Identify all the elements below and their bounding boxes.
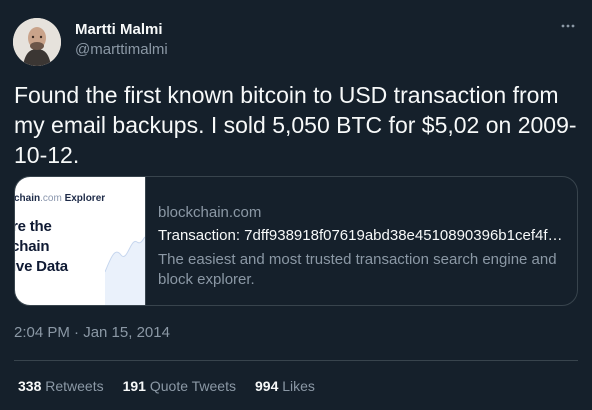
link-card[interactable]: chain.com Explorer ore the kchain Live D…: [14, 176, 578, 306]
link-card-info: blockchain.com Transaction: 7dff938918f0…: [158, 203, 568, 290]
retweets-count: 338: [18, 378, 42, 394]
quote-tweets-label: Quote Tweets: [149, 378, 236, 394]
more-options-icon[interactable]: [558, 16, 578, 36]
tweet-text: Found the first known bitcoin to USD tra…: [14, 82, 577, 168]
thumbnail-brand-suffix: Explorer: [61, 193, 106, 204]
thumbnail-brand-tld: .com: [40, 193, 62, 204]
quote-tweets-count: 191: [122, 378, 146, 394]
link-card-thumbnail[interactable]: chain.com Explorer ore the kchain Live D…: [15, 177, 146, 305]
retweets-stat[interactable]: 338 Retweets: [18, 378, 104, 394]
tweet: Martti Malmi @marttimalmi Found the firs…: [0, 0, 592, 410]
avatar[interactable]: [13, 18, 61, 66]
author-handle[interactable]: @marttimalmi: [75, 41, 168, 59]
retweets-label: Retweets: [45, 378, 104, 394]
thumbnail-headline: ore the kchain Live Data: [15, 218, 68, 275]
thumbnail-brand: chain.com Explorer: [15, 193, 105, 204]
engagement-stats: 338 Retweets 191 Quote Tweets 994 Likes: [18, 378, 315, 394]
quote-tweets-stat[interactable]: 191 Quote Tweets: [123, 378, 236, 394]
likes-count: 994: [255, 378, 279, 394]
link-card-title: Transaction: 7dff938918f07619abd38e45108…: [158, 227, 566, 244]
likes-stat[interactable]: 994 Likes: [255, 378, 315, 394]
link-card-domain: blockchain.com: [158, 204, 262, 221]
user-info: Martti Malmi @marttimalmi: [75, 21, 168, 59]
divider: [14, 360, 578, 361]
likes-label: Likes: [282, 378, 315, 394]
link-card-description: The easiest and most trusted transaction…: [158, 251, 557, 288]
author-display-name[interactable]: Martti Malmi: [75, 21, 168, 39]
thumbnail-brand-name: chain: [15, 193, 41, 204]
tweet-timestamp[interactable]: 2:04 PM · Jan 15, 2014: [14, 324, 170, 341]
thumbnail-chart-graphic: [105, 236, 145, 305]
